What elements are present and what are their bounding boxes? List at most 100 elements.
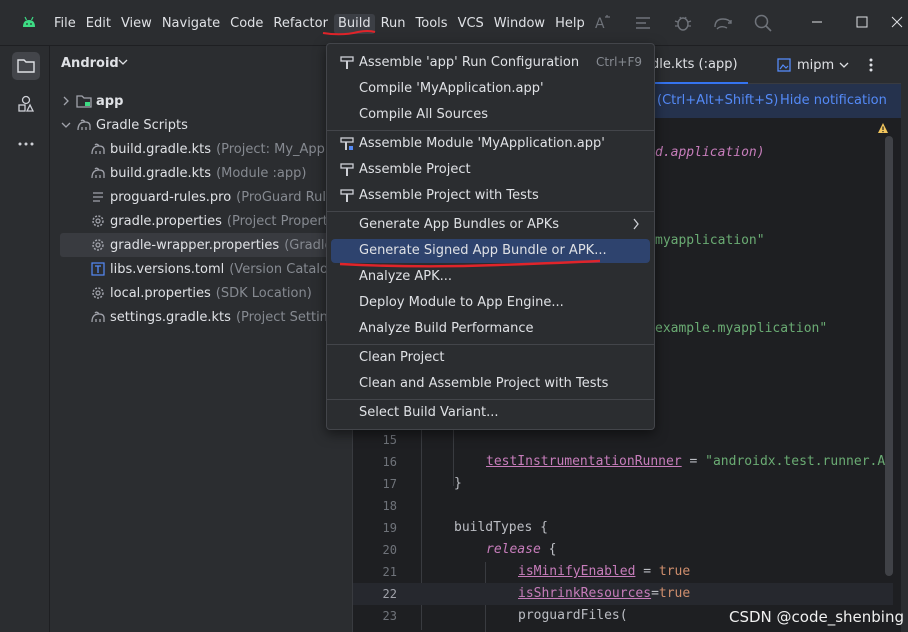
menu-generate-bundles[interactable]: Generate App Bundles or APKs <box>331 213 650 237</box>
hammer-icon <box>339 188 355 204</box>
hammer-module-icon <box>339 136 355 152</box>
menu-edit[interactable]: Edit <box>82 14 115 34</box>
menu-compile-app[interactable]: Compile 'MyApplication.app' <box>331 77 650 101</box>
project-structure-link[interactable]: (Ctrl+Alt+Shift+S) <box>657 93 778 108</box>
menu-window[interactable]: Window <box>490 14 549 34</box>
editor-scrollbar[interactable] <box>885 136 893 576</box>
line-number: 19 <box>382 521 397 535</box>
tree-item-app[interactable]: app <box>60 89 342 113</box>
translate-icon[interactable]: A <box>590 10 616 36</box>
menu-run[interactable]: Run <box>377 14 410 34</box>
menu-analyze-apk[interactable]: Analyze APK... <box>331 265 650 289</box>
hammer-icon <box>339 162 355 178</box>
resource-manager-button[interactable] <box>12 90 40 118</box>
chevron-down-icon[interactable] <box>118 58 128 66</box>
code-line-17[interactable]: } <box>454 476 462 491</box>
menu-assemble-project-tests[interactable]: Assemble Project with Tests <box>331 184 650 208</box>
menu-view[interactable]: View <box>117 14 156 34</box>
menu-separator <box>327 399 654 400</box>
menu-help[interactable]: Help <box>551 14 589 34</box>
hide-notification-link[interactable]: Hide notification <box>780 93 887 108</box>
menu-clean-project[interactable]: Clean Project <box>331 346 650 370</box>
line-number: 16 <box>382 455 397 469</box>
menu-assemble-project[interactable]: Assemble Project <box>331 158 650 182</box>
code-line-22[interactable]: isShrinkResources=true <box>518 586 690 601</box>
tabs-overflow-button[interactable] <box>833 46 855 84</box>
more-tools-button[interactable] <box>12 130 40 158</box>
menu-tools[interactable]: Tools <box>412 14 452 34</box>
project-tool-button[interactable] <box>12 52 40 80</box>
gradle-elephant-icon <box>90 165 106 181</box>
image-file-icon <box>777 58 791 72</box>
right-tool-strip <box>901 46 908 632</box>
menu-separator <box>327 211 654 212</box>
code-fragment-plugin: d.application) <box>655 145 765 160</box>
tree-item-proguard-rules[interactable]: proguard-rules.pro (ProGuard Rule <box>60 185 342 209</box>
project-panel: Android app Gradle Scripts build.gradle.… <box>50 46 352 632</box>
ellipsis-icon <box>18 142 34 146</box>
tree-item-build-gradle-project[interactable]: build.gradle.kts (Project: My_Applica <box>60 137 342 161</box>
menu-assemble-run-config[interactable]: Assemble 'app' Run Configuration Ctrl+F9 <box>331 51 650 75</box>
watermark: CSDN @code_shenbing <box>729 608 904 626</box>
menu-file[interactable]: File <box>50 14 80 34</box>
hammer-icon <box>339 55 355 71</box>
generate-signed-annotation-underline <box>339 259 601 268</box>
close-window-button[interactable] <box>885 8 908 36</box>
title-bar: File Edit View Navigate Code Refactor Bu… <box>0 0 908 46</box>
search-icon[interactable] <box>750 10 776 36</box>
line-number: 21 <box>382 565 397 579</box>
minimize-button[interactable] <box>797 8 837 36</box>
code-line-19[interactable]: buildTypes { <box>454 520 548 535</box>
tab-build-gradle-app[interactable]: dle.kts (:app) <box>641 46 748 84</box>
menu-separator <box>327 130 654 131</box>
code-line-21[interactable]: isMinifyEnabled = true <box>518 564 690 579</box>
main-menu: File Edit View Navigate Code Refactor Bu… <box>50 14 591 34</box>
chevron-down-icon[interactable] <box>60 121 72 129</box>
menu-analyze-build-performance[interactable]: Analyze Build Performance <box>331 317 650 341</box>
tree-item-gradle-scripts[interactable]: Gradle Scripts <box>60 113 342 137</box>
tree-item-gradle-wrapper-properties[interactable]: gradle-wrapper.properties (Gradle <box>60 233 342 257</box>
line-number: 15 <box>382 433 397 447</box>
tool-window-strip <box>0 46 50 632</box>
tree-item-gradle-properties[interactable]: gradle.properties (Project Propertie <box>60 209 342 233</box>
settings-gear-icon <box>90 237 106 253</box>
project-view-selector[interactable]: Android <box>61 56 119 71</box>
menu-code[interactable]: Code <box>226 14 267 34</box>
build-menu-dropdown: Assemble 'app' Run Configuration Ctrl+F9… <box>326 43 655 430</box>
menu-vcs[interactable]: VCS <box>454 14 488 34</box>
chevron-right-icon[interactable] <box>60 96 72 106</box>
tree-item-local-properties[interactable]: local.properties (SDK Location) <box>60 281 342 305</box>
menu-compile-all[interactable]: Compile All Sources <box>331 103 650 127</box>
menu-clean-assemble-tests[interactable]: Clean and Assemble Project with Tests <box>331 372 650 396</box>
line-number: 23 <box>382 609 397 623</box>
line-number: 22 <box>382 587 397 601</box>
sync-gradle-icon[interactable] <box>710 10 736 36</box>
build-annotation-underline <box>322 30 376 36</box>
code-line-20[interactable]: release { <box>486 542 556 557</box>
code-line-23[interactable]: proguardFiles( <box>518 608 628 623</box>
maximize-button[interactable] <box>842 8 882 36</box>
settings-gear-icon <box>90 285 106 301</box>
code-fragment-namespace: myapplication" <box>655 233 765 248</box>
format-lines-icon[interactable] <box>630 10 656 36</box>
menu-deploy-app-engine[interactable]: Deploy Module to App Engine... <box>331 291 650 315</box>
tree-item-build-gradle-module[interactable]: build.gradle.kts (Module :app) <box>60 161 342 185</box>
text-file-icon <box>90 189 106 205</box>
warning-icon[interactable] <box>877 122 889 134</box>
editor-menu-button[interactable] <box>863 46 879 84</box>
tree-item-libs-versions[interactable]: libs.versions.toml (Version Catalog) <box>60 257 342 281</box>
chevron-down-icon <box>839 62 849 68</box>
menu-select-build-variant[interactable]: Select Build Variant... <box>331 401 650 425</box>
gradle-elephant-icon <box>76 117 92 133</box>
toolbar: A <box>590 10 776 36</box>
menu-navigate[interactable]: Navigate <box>158 14 224 34</box>
code-line-16[interactable]: testInstrumentationRunner = "androidx.te… <box>486 454 885 469</box>
line-number: 17 <box>382 477 397 491</box>
line-number: 18 <box>382 499 397 513</box>
settings-gear-icon <box>90 213 106 229</box>
gradle-elephant-icon <box>90 141 106 157</box>
bug-icon[interactable] <box>670 10 696 36</box>
menu-assemble-module[interactable]: Assemble Module 'MyApplication.app' <box>331 132 650 156</box>
tree-item-settings-gradle[interactable]: settings.gradle.kts (Project Settings) <box>60 305 342 329</box>
android-logo-icon <box>23 16 35 27</box>
